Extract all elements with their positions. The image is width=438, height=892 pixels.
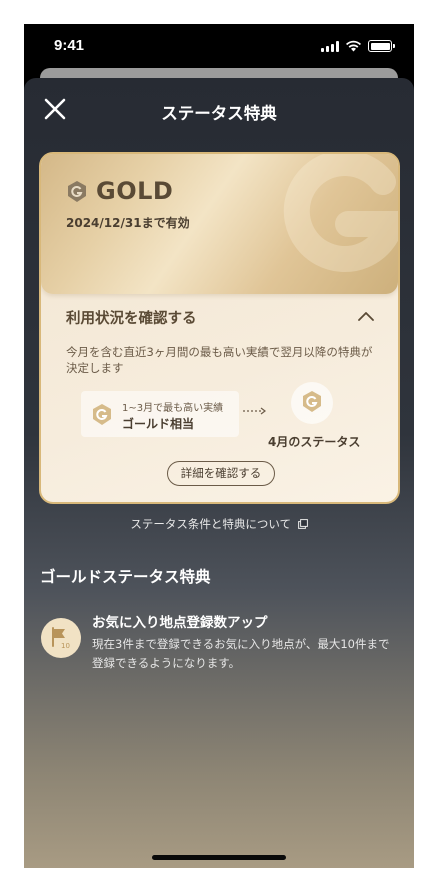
status-time: 9:41 [54, 37, 85, 54]
usage-description: 今月を含む直近3ヶ月間の最も高い実績で翌月以降の特典が決定します [66, 345, 373, 375]
chevron-up-icon[interactable] [358, 311, 374, 321]
tier-card: GOLD 2024/12/31まで有効 [41, 154, 398, 294]
status-bar: 9:41 [24, 24, 414, 71]
phone-screen: 9:41 ステータス特典 GOLD 2024/12/31まで有効 利用状況を確認… [24, 24, 414, 868]
detail-button[interactable]: 詳細を確認する [167, 461, 275, 486]
status-card: GOLD 2024/12/31まで有効 利用状況を確認する 今月を含む直近3ヶ月… [39, 152, 400, 504]
usage-toggle[interactable]: 利用状況を確認する [66, 307, 378, 327]
signal-icon [321, 40, 339, 52]
sheet-header: ステータス特典 [24, 78, 414, 142]
previous-status-box: 1~3月で最も高い実績 ゴールド相当 [81, 391, 239, 437]
previous-status-label: 1~3月で最も高い実績 [122, 403, 224, 414]
tier-name: GOLD [96, 177, 174, 205]
previous-status-value: ゴールド相当 [122, 417, 195, 431]
external-link-icon [297, 519, 308, 529]
next-status-label: 4月のステータス [268, 435, 361, 449]
status-benefits-sheet: ステータス特典 GOLD 2024/12/31まで有効 利用状況を確認する 今月… [24, 78, 414, 868]
battery-icon [368, 40, 395, 52]
benefits-section-title: ゴールドステータス特典 [40, 568, 211, 586]
flag-icon: 10 [52, 627, 70, 650]
arrow-dots-icon [243, 407, 266, 415]
next-status-badge [291, 382, 333, 424]
conditions-link-label: ステータス条件と特典について [130, 517, 291, 531]
conditions-link[interactable]: ステータス条件と特典について [24, 516, 414, 532]
benefit-badge: 10 [41, 618, 81, 658]
benefit-title: お気に入り地点登録数アップ [92, 615, 268, 631]
tier-valid-date: 2024/12/31まで有効 [66, 216, 190, 230]
usage-title: 利用状況を確認する [66, 311, 197, 327]
benefit-description: 現在3件まで登録できるお気に入り地点が、最大10件まで登録できるようになります。 [92, 637, 390, 670]
wifi-icon [346, 40, 361, 52]
gold-badge-icon [303, 391, 321, 412]
status-icons [321, 40, 395, 52]
gold-badge-icon [93, 404, 111, 425]
benefit-badge-count: 10 [61, 642, 70, 650]
home-indicator [152, 855, 286, 860]
g-watermark-icon [283, 154, 398, 273]
page-title: ステータス特典 [161, 104, 277, 123]
gold-badge-icon [68, 181, 86, 202]
